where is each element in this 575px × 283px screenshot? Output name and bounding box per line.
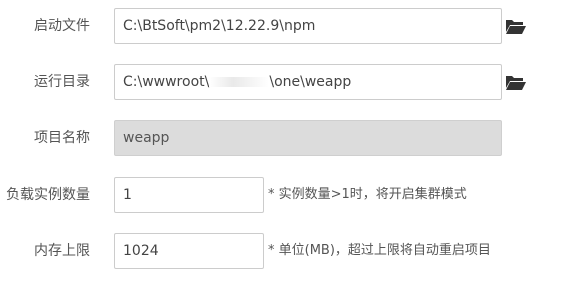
instances-row: 负载实例数量 1 * 实例数量>1时，将开启集群模式 xyxy=(0,177,575,217)
instances-hint: * 实例数量>1时，将开启集群模式 xyxy=(268,187,467,202)
memory-limit-input[interactable]: 1024 xyxy=(114,233,264,269)
project-name-input: weapp xyxy=(114,120,502,156)
memory-limit-label: 内存上限 xyxy=(34,243,90,259)
project-name-label: 项目名称 xyxy=(34,130,90,146)
folder-open-icon[interactable] xyxy=(505,73,527,91)
project-settings-form: 启动文件 C:\BtSoft\pm2\12.22.9\npm 运行目录 C:\w… xyxy=(0,0,575,283)
instances-label: 负载实例数量 xyxy=(6,187,90,203)
run-directory-suffix: \one\weapp xyxy=(269,74,352,90)
run-directory-input[interactable]: C:\wwwroot\ \one\weapp xyxy=(114,64,502,100)
memory-limit-hint: * 单位(MB)，超过上限将自动重启项目 xyxy=(268,243,491,258)
folder-open-icon[interactable] xyxy=(505,17,527,35)
project-name-row: 项目名称 weapp xyxy=(0,120,575,160)
start-file-input[interactable]: C:\BtSoft\pm2\12.22.9\npm xyxy=(114,8,502,44)
run-directory-row: 运行目录 C:\wwwroot\ \one\weapp xyxy=(0,64,575,104)
start-file-row: 启动文件 C:\BtSoft\pm2\12.22.9\npm xyxy=(0,8,575,48)
instances-input[interactable]: 1 xyxy=(114,177,264,213)
run-directory-label: 运行目录 xyxy=(34,74,90,90)
redacted-segment xyxy=(209,77,270,87)
memory-limit-row: 内存上限 1024 * 单位(MB)，超过上限将自动重启项目 xyxy=(0,233,575,273)
start-file-label: 启动文件 xyxy=(34,18,90,34)
run-directory-prefix: C:\wwwroot\ xyxy=(123,74,210,90)
